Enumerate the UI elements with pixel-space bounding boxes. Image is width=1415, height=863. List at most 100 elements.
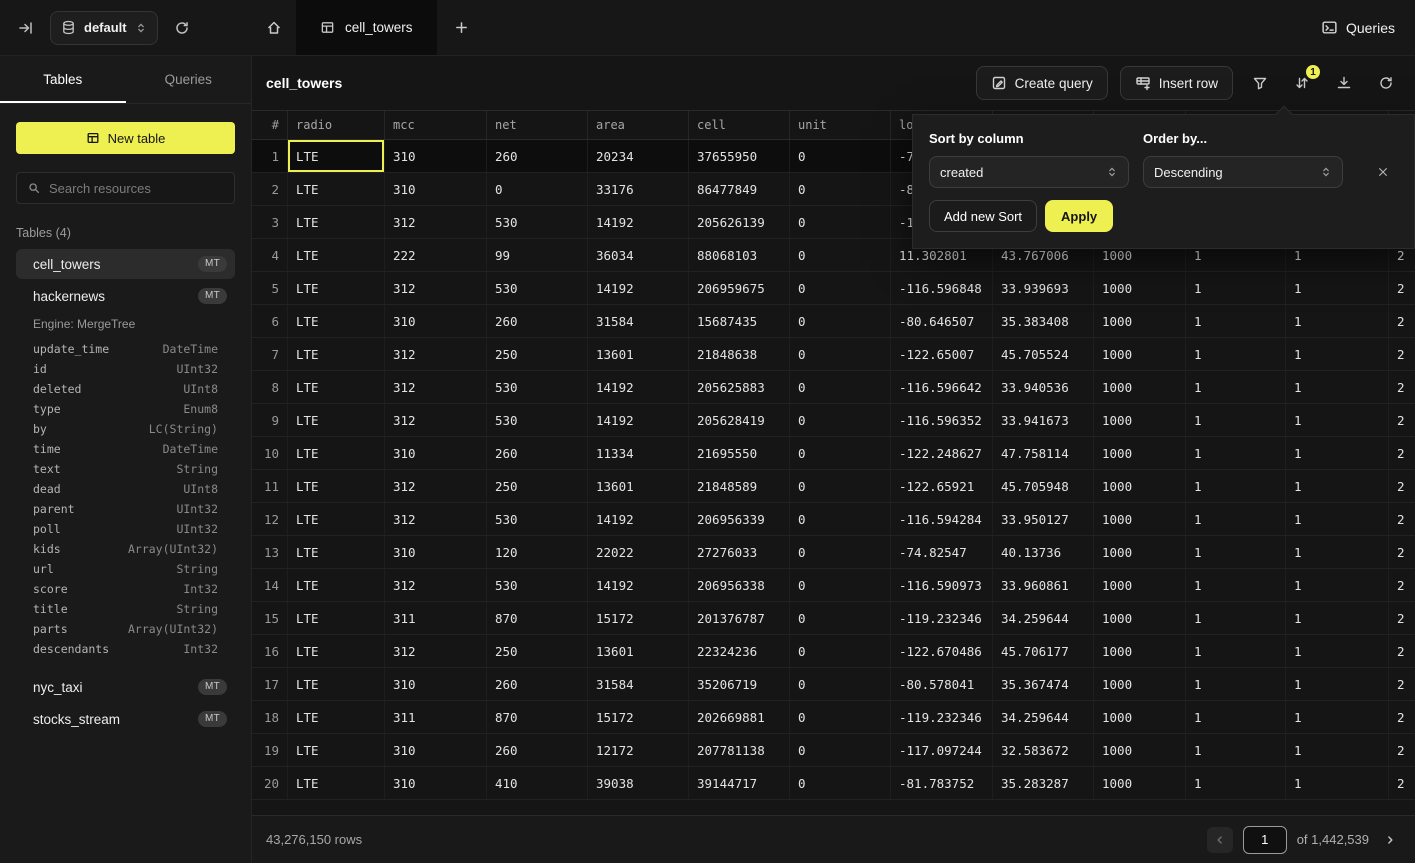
data-cell[interactable]: 310 — [385, 668, 487, 700]
data-cell[interactable]: 311 — [385, 602, 487, 634]
table-row[interactable]: 20LTE31041039038391447170-81.78375235.28… — [252, 767, 1415, 800]
data-cell[interactable]: -116.594284 — [891, 503, 993, 535]
data-cell[interactable]: 1 — [1286, 437, 1389, 469]
sidebar-item-hackernews[interactable]: hackernews MT — [16, 281, 235, 311]
data-cell[interactable]: 310 — [385, 734, 487, 766]
data-cell[interactable]: 11334 — [588, 437, 689, 469]
data-cell[interactable]: 1000 — [1094, 635, 1186, 667]
data-cell[interactable]: 1 — [1186, 734, 1286, 766]
data-cell[interactable]: 1000 — [1094, 305, 1186, 337]
data-cell[interactable]: 1 — [1286, 602, 1389, 634]
data-cell[interactable]: LTE — [288, 767, 385, 799]
data-cell[interactable]: 1000 — [1094, 602, 1186, 634]
data-cell[interactable]: 312 — [385, 206, 487, 238]
table-row[interactable]: 12LTE312530141922069563390-116.59428433.… — [252, 503, 1415, 536]
data-cell[interactable]: 1 — [1286, 569, 1389, 601]
data-cell[interactable]: 530 — [487, 404, 588, 436]
data-cell[interactable]: 33.941673 — [993, 404, 1094, 436]
data-cell[interactable]: 0 — [790, 305, 891, 337]
refresh-connection-button[interactable] — [168, 14, 196, 42]
data-cell[interactable]: 14192 — [588, 569, 689, 601]
data-cell[interactable]: 1000 — [1094, 437, 1186, 469]
data-cell[interactable]: 1 — [1186, 701, 1286, 733]
data-cell[interactable]: 2 — [1389, 734, 1415, 766]
data-cell[interactable]: 1 — [1186, 569, 1286, 601]
data-cell[interactable]: -122.248627 — [891, 437, 993, 469]
data-cell[interactable]: 0 — [790, 206, 891, 238]
row-number-cell[interactable]: 6 — [252, 305, 288, 337]
row-number-cell[interactable]: 11 — [252, 470, 288, 502]
data-cell[interactable]: 2 — [1389, 503, 1415, 535]
data-cell[interactable]: 1000 — [1094, 338, 1186, 370]
data-cell[interactable]: 2 — [1389, 470, 1415, 502]
data-cell[interactable]: 22022 — [588, 536, 689, 568]
data-cell[interactable]: 99 — [487, 239, 588, 271]
database-selector[interactable]: default — [50, 11, 158, 45]
data-cell[interactable]: 1 — [1286, 404, 1389, 436]
data-cell[interactable]: 0 — [790, 503, 891, 535]
data-cell[interactable]: 1000 — [1094, 272, 1186, 304]
data-cell[interactable]: -116.596848 — [891, 272, 993, 304]
column-header[interactable]: unit — [790, 111, 891, 139]
next-page-button[interactable] — [1379, 827, 1401, 853]
data-cell[interactable]: 35206719 — [689, 668, 790, 700]
data-cell[interactable]: 250 — [487, 338, 588, 370]
data-cell[interactable]: 33.960861 — [993, 569, 1094, 601]
column-header[interactable]: area — [588, 111, 689, 139]
data-cell[interactable]: LTE — [288, 602, 385, 634]
data-cell[interactable]: LTE — [288, 305, 385, 337]
data-cell[interactable]: -122.670486 — [891, 635, 993, 667]
data-cell[interactable]: 20234 — [588, 140, 689, 172]
data-cell[interactable]: -116.596352 — [891, 404, 993, 436]
data-cell[interactable]: 1 — [1186, 668, 1286, 700]
data-cell[interactable]: LTE — [288, 272, 385, 304]
data-cell[interactable]: 1 — [1186, 470, 1286, 502]
data-cell[interactable]: 1 — [1186, 635, 1286, 667]
data-cell[interactable]: 0 — [790, 338, 891, 370]
data-cell[interactable]: 312 — [385, 404, 487, 436]
table-row[interactable]: 5LTE312530141922069596750-116.59684833.9… — [252, 272, 1415, 305]
data-cell[interactable]: 14192 — [588, 272, 689, 304]
column-header[interactable]: cell — [689, 111, 790, 139]
data-cell[interactable]: 1000 — [1094, 470, 1186, 502]
data-cell[interactable]: 1 — [1286, 338, 1389, 370]
data-cell[interactable]: 0 — [790, 767, 891, 799]
collapse-sidebar-button[interactable] — [12, 14, 40, 42]
data-cell[interactable]: 1000 — [1094, 371, 1186, 403]
data-cell[interactable]: 0 — [487, 173, 588, 205]
data-cell[interactable]: -122.65921 — [891, 470, 993, 502]
data-cell[interactable]: 201376787 — [689, 602, 790, 634]
data-cell[interactable]: 34.259644 — [993, 602, 1094, 634]
data-cell[interactable]: 206956339 — [689, 503, 790, 535]
data-cell[interactable]: 2 — [1389, 602, 1415, 634]
row-number-cell[interactable]: 10 — [252, 437, 288, 469]
table-row[interactable]: 14LTE312530141922069563380-116.59097333.… — [252, 569, 1415, 602]
row-number-cell[interactable]: 12 — [252, 503, 288, 535]
row-number-cell[interactable]: 8 — [252, 371, 288, 403]
data-cell[interactable]: 45.706177 — [993, 635, 1094, 667]
search-input[interactable] — [49, 181, 224, 196]
data-cell[interactable]: 0 — [790, 734, 891, 766]
data-cell[interactable]: 250 — [487, 470, 588, 502]
data-cell[interactable]: 1 — [1286, 272, 1389, 304]
data-cell[interactable]: 310 — [385, 140, 487, 172]
new-table-button[interactable]: New table — [16, 122, 235, 154]
row-number-cell[interactable]: 17 — [252, 668, 288, 700]
data-cell[interactable]: LTE — [288, 404, 385, 436]
data-cell[interactable]: 0 — [790, 569, 891, 601]
data-cell[interactable]: LTE — [288, 536, 385, 568]
data-cell[interactable]: 870 — [487, 602, 588, 634]
data-cell[interactable]: 14192 — [588, 503, 689, 535]
data-cell[interactable]: LTE — [288, 701, 385, 733]
data-cell[interactable]: 870 — [487, 701, 588, 733]
table-row[interactable]: 13LTE31012022022272760330-74.8254740.137… — [252, 536, 1415, 569]
data-cell[interactable]: 312 — [385, 635, 487, 667]
data-cell[interactable]: 530 — [487, 503, 588, 535]
data-cell[interactable]: 33176 — [588, 173, 689, 205]
data-cell[interactable]: LTE — [288, 734, 385, 766]
data-cell[interactable]: 222 — [385, 239, 487, 271]
data-cell[interactable]: 0 — [790, 635, 891, 667]
table-row[interactable]: 17LTE31026031584352067190-80.57804135.36… — [252, 668, 1415, 701]
data-cell[interactable]: 31584 — [588, 305, 689, 337]
table-row[interactable]: 16LTE31225013601223242360-122.67048645.7… — [252, 635, 1415, 668]
